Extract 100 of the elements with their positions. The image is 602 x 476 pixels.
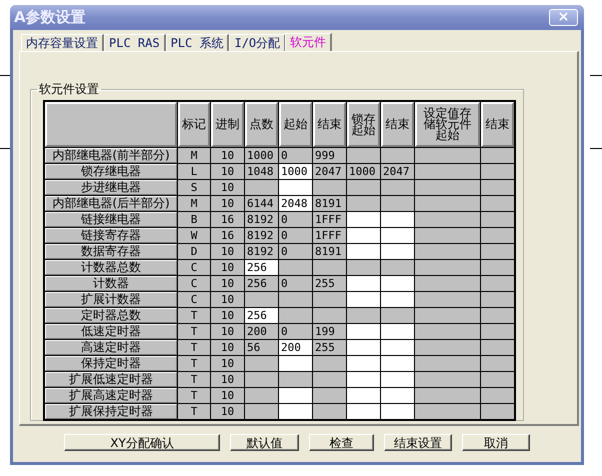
- tab[interactable]: 内存容量设置: [21, 34, 104, 51]
- input-field[interactable]: [346, 228, 380, 244]
- table-cell: 0: [278, 212, 312, 228]
- row-header[interactable]: 计数器: [45, 276, 177, 291]
- table-cell: C: [178, 276, 210, 292]
- row-header[interactable]: 扩展低速定时器: [45, 372, 177, 387]
- table-cell: 10: [210, 324, 244, 340]
- table-cell: 8191: [312, 244, 346, 260]
- row-header[interactable]: 链接寄存器: [45, 228, 177, 243]
- tab[interactable]: I/O分配: [229, 34, 286, 51]
- input-field[interactable]: [346, 340, 380, 356]
- input-field[interactable]: [278, 180, 312, 196]
- input-field[interactable]: [346, 324, 380, 340]
- table-cell: 56: [244, 340, 278, 356]
- row-header[interactable]: 扩展计数器: [45, 292, 177, 307]
- table-cell: 2047: [312, 164, 346, 180]
- input-field[interactable]: 256: [244, 260, 278, 276]
- input-field[interactable]: 2048: [278, 196, 312, 212]
- column-header: 起始: [279, 102, 312, 147]
- row-header[interactable]: 数据寄存器: [45, 244, 177, 259]
- table-cell: 1000: [244, 148, 278, 164]
- window-title: A参数设置: [14, 8, 86, 27]
- table-cell: 2047: [380, 164, 414, 180]
- table-cell: T: [178, 388, 210, 404]
- input-field[interactable]: [380, 276, 414, 292]
- column-header: 进制: [211, 102, 244, 147]
- group-title: 软元件设置: [38, 81, 100, 98]
- column-header: 设定值存储软元件起始: [415, 102, 480, 147]
- table-cell: 200: [244, 324, 278, 340]
- row-header[interactable]: 高速定时器: [45, 340, 177, 355]
- row-header[interactable]: 步进继电器: [45, 180, 177, 195]
- table-cell: B: [178, 212, 210, 228]
- input-field[interactable]: [380, 324, 414, 340]
- row-header[interactable]: 链接继电器: [45, 212, 177, 227]
- input-field[interactable]: [346, 404, 380, 420]
- table-cell: 16: [210, 228, 244, 244]
- input-field[interactable]: [380, 404, 414, 420]
- dialog-button[interactable]: 默认值: [230, 434, 299, 451]
- table-cell: 8191: [312, 196, 346, 212]
- row-header[interactable]: 保持定时器: [45, 356, 177, 371]
- table-cell: L: [178, 164, 210, 180]
- dialog-button[interactable]: 取消: [462, 434, 530, 451]
- dialog-button[interactable]: 结束设置: [384, 434, 452, 451]
- input-field[interactable]: [380, 292, 414, 308]
- row-header[interactable]: 内部继电器(后半部分): [45, 196, 177, 211]
- tab[interactable]: 软元件: [285, 33, 332, 51]
- input-field[interactable]: 256: [244, 308, 278, 324]
- table-cell: 0: [278, 244, 312, 260]
- input-field[interactable]: 200: [278, 340, 312, 356]
- table-cell: 10: [210, 404, 244, 420]
- row-header[interactable]: 内部继电器(前半部分): [45, 148, 177, 163]
- table-cell: 10: [210, 276, 244, 292]
- input-field[interactable]: [380, 388, 414, 404]
- input-field[interactable]: 1000: [278, 164, 312, 180]
- table-cell: 199: [312, 324, 346, 340]
- table-cell: 10: [210, 148, 244, 164]
- row-header[interactable]: 扩展保持定时器: [45, 404, 177, 419]
- input-field[interactable]: [346, 276, 380, 292]
- row-header[interactable]: 锁存继电器: [45, 164, 177, 179]
- dialog-button[interactable]: 检查: [309, 434, 374, 451]
- input-field[interactable]: [346, 356, 380, 372]
- input-field[interactable]: [346, 372, 380, 388]
- table-cell: 10: [210, 164, 244, 180]
- table-cell: 10: [210, 244, 244, 260]
- input-field[interactable]: [380, 244, 414, 260]
- table-cell: M: [178, 196, 210, 212]
- table-cell: M: [178, 148, 210, 164]
- tab[interactable]: PLC RAS: [104, 34, 166, 51]
- input-field[interactable]: [380, 228, 414, 244]
- input-field[interactable]: [380, 372, 414, 388]
- input-field[interactable]: [346, 212, 380, 228]
- row-header[interactable]: 计数器总数: [45, 260, 177, 275]
- table-cell: T: [178, 308, 210, 324]
- table-cell: 1000: [346, 164, 380, 180]
- input-field[interactable]: [380, 340, 414, 356]
- column-header: 点数: [245, 102, 278, 147]
- table-cell: 8192: [244, 244, 278, 260]
- table-cell: 10: [210, 372, 244, 388]
- input-field[interactable]: [346, 292, 380, 308]
- tab[interactable]: PLC 系统: [166, 34, 230, 51]
- row-header[interactable]: 低速定时器: [45, 324, 177, 339]
- table-cell: 10: [210, 308, 244, 324]
- dialog-button[interactable]: XY分配确认: [64, 434, 220, 451]
- table-cell: C: [178, 260, 210, 276]
- table-cell: D: [178, 244, 210, 260]
- input-field[interactable]: [380, 212, 414, 228]
- input-field[interactable]: [278, 388, 312, 404]
- input-field[interactable]: [346, 244, 380, 260]
- table-cell: 10: [210, 356, 244, 372]
- input-field[interactable]: [278, 404, 312, 420]
- row-header[interactable]: 定时器总数: [45, 308, 177, 323]
- input-field[interactable]: [278, 356, 312, 372]
- table-cell: 10: [210, 388, 244, 404]
- column-header: 锁存起始: [347, 102, 380, 147]
- row-header[interactable]: 扩展高速定时器: [45, 388, 177, 403]
- input-field[interactable]: [346, 388, 380, 404]
- table-cell: T: [178, 372, 210, 388]
- table-cell: 10: [210, 260, 244, 276]
- input-field[interactable]: [380, 356, 414, 372]
- table-cell: 8192: [244, 228, 278, 244]
